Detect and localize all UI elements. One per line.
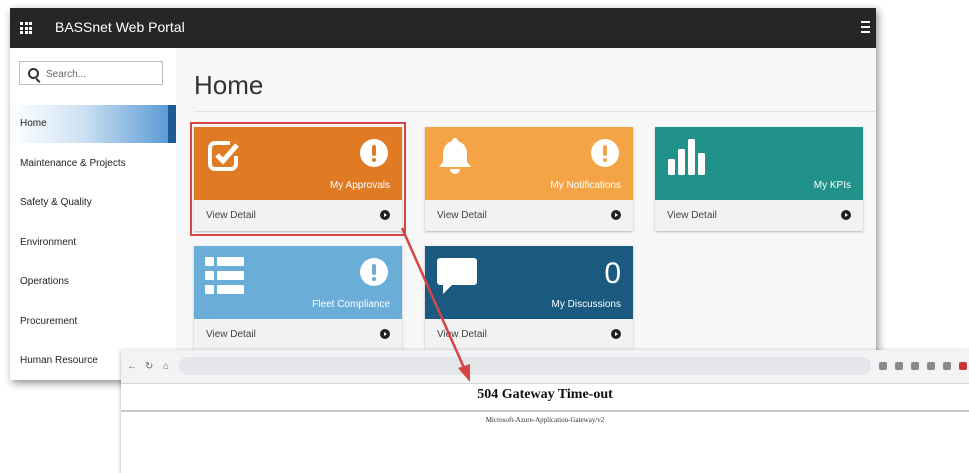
error-title: 504 Gateway Time-out [477,387,613,402]
bar-chart-icon [668,139,705,175]
tile-label: Fleet Compliance [312,299,390,310]
tile-my-discussions[interactable]: 0 My Discussions View Detail [425,246,633,350]
sidebar-item-operations[interactable]: Operations [10,263,176,301]
reload-icon[interactable]: ↻ [145,361,153,372]
view-detail-link[interactable]: View Detail [206,329,256,340]
browser-toolbar: ← ↻ ⌂ [121,350,969,384]
alert-icon [591,139,619,167]
tile-footer[interactable]: View Detail [425,200,633,231]
tile-header: 0 My Discussions [425,246,633,319]
view-detail-link[interactable]: View Detail [437,329,487,340]
alert-icon [360,258,388,286]
tile-header: My Notifications [425,127,633,200]
circle-arrow-icon[interactable] [611,210,621,220]
extension-icon[interactable] [879,362,887,370]
sidebar-item-safety-quality[interactable]: Safety & Quality [10,184,176,222]
search-box[interactable] [19,61,163,85]
profile-icon[interactable] [959,362,967,370]
tile-footer[interactable]: View Detail [425,319,633,350]
tile-fleet-compliance[interactable]: Fleet Compliance View Detail [194,246,402,350]
error-browser-window: ← ↻ ⌂ 504 Gateway Time-out Microsoft-Azu… [121,350,969,473]
tile-my-kpis[interactable]: My KPIs View Detail [655,127,863,231]
portal-window: BASSnet Web Portal Home Maintenance & Pr… [10,8,876,380]
address-bar[interactable] [179,357,871,375]
chat-bubble-icon [437,258,477,294]
app-title: BASSnet Web Portal [55,19,185,35]
home-icon[interactable]: ⌂ [163,361,169,372]
error-divider [121,410,969,412]
search-input[interactable] [44,64,158,84]
highlight-box [190,122,406,236]
top-bar: BASSnet Web Portal [10,8,876,48]
back-arrow-icon[interactable]: ← [127,361,137,372]
list-icon [205,257,244,294]
tile-footer[interactable]: View Detail [194,319,402,350]
tile-header: Fleet Compliance [194,246,402,319]
sidebar-item-environment[interactable]: Environment [10,224,176,262]
circle-arrow-icon[interactable] [380,329,390,339]
sidebar-item-maintenance-projects[interactable]: Maintenance & Projects [10,145,176,183]
tile-footer[interactable]: View Detail [655,200,863,231]
tile-label: My Discussions [551,299,621,310]
bell-icon [439,138,471,174]
discussion-count: 0 [604,257,621,290]
view-detail-link[interactable]: View Detail [437,210,487,221]
tile-my-notifications[interactable]: My Notifications View Detail [425,127,633,231]
page-title: Home [194,70,264,100]
sidebar: Home Maintenance & Projects Safety & Qua… [10,48,176,380]
sidebar-item-home[interactable]: Home [10,105,176,143]
sidebar-item-procurement[interactable]: Procurement [10,303,176,341]
main-content: Home My Approvals View Detail My Notific… [176,48,876,380]
search-icon [28,68,39,79]
title-divider [194,111,876,112]
tile-label: My Notifications [550,180,621,191]
menu-icon[interactable] [861,21,870,33]
tile-header: My KPIs [655,127,863,200]
download-icon[interactable] [943,362,951,370]
tile-label: My KPIs [813,180,851,191]
circle-arrow-icon[interactable] [841,210,851,220]
view-detail-link[interactable]: View Detail [667,210,717,221]
star-icon[interactable] [895,362,903,370]
extension-icon[interactable] [911,362,919,370]
app-grid-icon[interactable] [20,22,32,34]
extension-icon[interactable] [927,362,935,370]
circle-arrow-icon[interactable] [611,329,621,339]
error-subtitle: Microsoft-Azure-Application-Gateway/v2 [485,416,605,424]
